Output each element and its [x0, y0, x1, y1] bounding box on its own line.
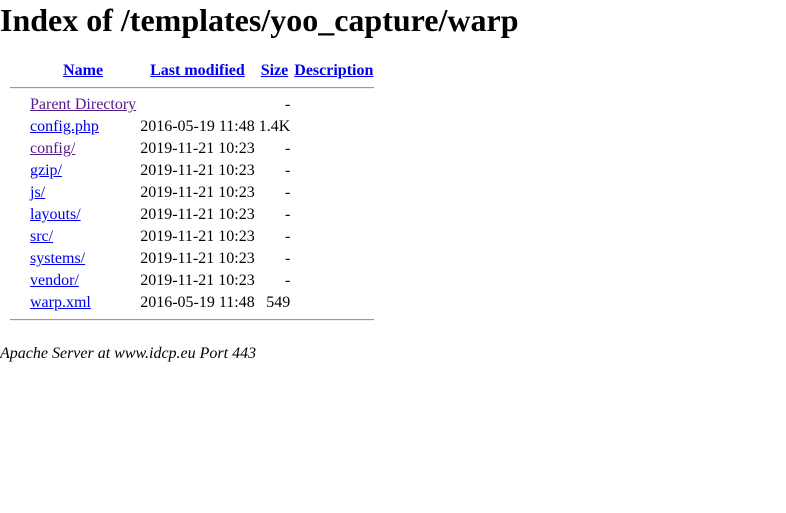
- last-modified-cell: [139, 95, 256, 115]
- size-cell: -: [284, 206, 291, 223]
- description-cell: [293, 161, 374, 181]
- table-row: src/2019-11-21 10:23 -: [10, 227, 374, 247]
- size-cell: -: [284, 140, 291, 157]
- file-link[interactable]: gzip/: [30, 162, 62, 179]
- name-cell: systems/: [29, 249, 137, 269]
- page-title: Index of /templates/yoo_capture/warp: [0, 2, 519, 38]
- file-link[interactable]: config.php: [30, 118, 99, 135]
- footer-divider-row: [10, 315, 375, 325]
- last-modified-cell: 2019-11-21 10:23: [140, 206, 255, 223]
- icon-cell: [10, 271, 27, 291]
- description-column-header: Description: [293, 61, 374, 81]
- name-cell: layouts/: [29, 205, 137, 225]
- header-divider-row: [10, 83, 375, 93]
- table-row: warp.xml 2016-05-19 11:48 549: [10, 293, 374, 313]
- last-modified-cell: 2019-11-21 10:23: [140, 250, 255, 267]
- icon-cell: [10, 117, 27, 137]
- last-modified-cell: 2019-11-21 10:23: [140, 184, 255, 201]
- table-row: systems/2019-11-21 10:23 -: [10, 249, 374, 269]
- description-cell: [293, 139, 374, 159]
- last-modified-cell: 2016-05-19 11:48: [140, 294, 255, 311]
- table-row: config.php 2016-05-19 11:48 1.4K: [10, 117, 374, 137]
- file-link[interactable]: systems/: [30, 250, 85, 267]
- name-cell: config/: [29, 139, 137, 159]
- description-cell: [293, 249, 374, 269]
- size-cell: 549: [266, 294, 291, 311]
- parent-directory-row: Parent Directory -: [10, 95, 374, 115]
- last-modified-cell: 2016-05-19 11:48: [140, 118, 255, 135]
- icon-cell: [10, 139, 27, 159]
- size-cell: -: [284, 228, 291, 245]
- description-cell: [293, 117, 374, 137]
- last-modified-cell: 2019-11-21 10:23: [140, 228, 255, 245]
- file-link[interactable]: layouts/: [30, 206, 81, 223]
- sort-by-size-link[interactable]: Size: [261, 62, 289, 79]
- icon-cell: [10, 161, 27, 181]
- size-column-header: Size: [258, 61, 292, 81]
- icon-cell: [10, 205, 27, 225]
- icon-cell: [10, 227, 27, 247]
- name-cell: config.php: [29, 117, 137, 137]
- last-modified-cell: 2019-11-21 10:23: [140, 162, 255, 179]
- description-cell: [293, 95, 374, 115]
- description-cell: [293, 271, 374, 291]
- table-row: config/2019-11-21 10:23 -: [10, 139, 374, 159]
- size-cell: -: [284, 250, 291, 267]
- file-link[interactable]: js/: [30, 184, 45, 201]
- icon-cell: [10, 249, 27, 269]
- directory-listing-table: Name Last modified Size Description Pare…: [8, 59, 376, 327]
- sort-by-last-modified-link[interactable]: Last modified: [150, 62, 245, 79]
- table-row: vendor/2019-11-21 10:23 -: [10, 271, 374, 291]
- description-cell: [293, 205, 374, 225]
- sort-by-description-link[interactable]: Description: [294, 62, 373, 79]
- icon-column-header: [10, 61, 27, 81]
- sort-by-name-link[interactable]: Name: [63, 62, 103, 79]
- name-cell: vendor/: [29, 271, 137, 291]
- size-cell: -: [284, 96, 291, 113]
- name-cell: Parent Directory: [29, 95, 137, 115]
- description-cell: [293, 293, 374, 313]
- name-cell: gzip/: [29, 161, 137, 181]
- parent-directory-link[interactable]: Parent Directory: [30, 96, 136, 113]
- icon-cell: [10, 293, 27, 313]
- description-cell: [293, 227, 374, 247]
- listing-body: Parent Directory - config.php 2016-05-19 11…: [10, 95, 374, 313]
- last-modified-cell: 2019-11-21 10:23: [140, 140, 255, 157]
- name-column-header: Name: [29, 61, 137, 81]
- header-divider: [10, 87, 375, 89]
- file-link[interactable]: warp.xml: [30, 294, 91, 311]
- table-row: gzip/2019-11-21 10:23 -: [10, 161, 374, 181]
- server-signature: Apache Server at www.idcp.eu Port 443: [0, 345, 257, 362]
- name-cell: src/: [29, 227, 137, 247]
- size-cell: -: [284, 162, 291, 179]
- size-cell: -: [284, 272, 291, 289]
- name-cell: warp.xml: [29, 293, 137, 313]
- icon-cell: [10, 95, 27, 115]
- description-cell: [293, 183, 374, 203]
- table-header-row: Name Last modified Size Description: [10, 61, 374, 81]
- name-cell: js/: [29, 183, 137, 203]
- file-link[interactable]: vendor/: [30, 272, 79, 289]
- file-link[interactable]: src/: [30, 228, 53, 245]
- size-cell: -: [284, 184, 291, 201]
- size-cell: 1.4K: [258, 118, 291, 135]
- file-link[interactable]: config/: [30, 140, 75, 157]
- footer-divider: [10, 319, 375, 321]
- last-modified-cell: 2019-11-21 10:23: [140, 272, 255, 289]
- table-row: layouts/2019-11-21 10:23 -: [10, 205, 374, 225]
- icon-cell: [10, 183, 27, 203]
- table-row: js/2019-11-21 10:23 -: [10, 183, 374, 203]
- last-modified-column-header: Last modified: [139, 61, 256, 81]
